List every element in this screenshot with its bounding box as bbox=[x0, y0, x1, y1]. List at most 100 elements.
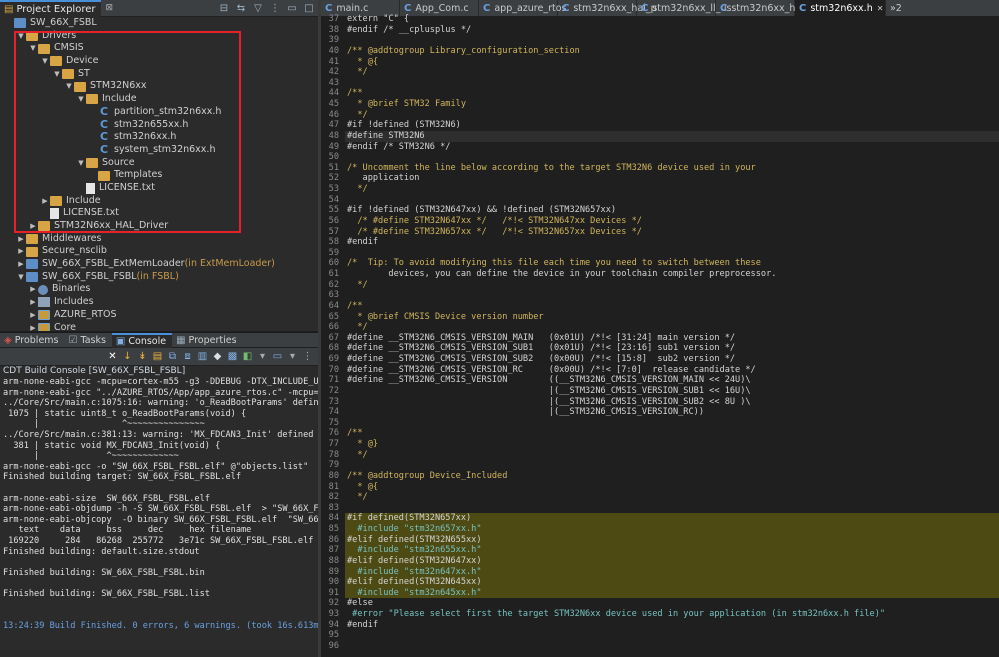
project-icon bbox=[14, 18, 26, 29]
tab-properties[interactable]: ▦ Properties bbox=[172, 333, 242, 348]
tree-item[interactable]: ▶ STM32N6xx_HAL_Driver bbox=[0, 220, 318, 233]
collapsed-chevron-icon[interactable]: ▶ bbox=[16, 258, 26, 271]
folder-icon bbox=[62, 69, 74, 80]
tree-item[interactable]: SW_66X_FSBL bbox=[0, 17, 318, 30]
copy-icon[interactable]: ⧉ bbox=[166, 350, 179, 363]
tree-item[interactable]: LICENSE.txt bbox=[0, 207, 318, 220]
dropdown-icon[interactable]: ▾ bbox=[256, 350, 269, 363]
code-line: 67 #define __STM32N6_CMSIS_VERSION_MAIN (… bbox=[321, 333, 999, 344]
tree-item[interactable]: LICENSE.txt bbox=[0, 182, 318, 195]
collapsed-chevron-icon[interactable]: ▶ bbox=[28, 283, 38, 296]
line-number: 65 bbox=[328, 311, 339, 322]
expanded-chevron-icon[interactable]: ▼ bbox=[28, 42, 38, 55]
minimize-icon[interactable]: ▭ bbox=[285, 1, 299, 15]
collapsed-chevron-icon[interactable]: ▶ bbox=[40, 195, 50, 208]
tab-close[interactable]: ⊠ bbox=[101, 0, 119, 17]
line-number: 55 bbox=[328, 205, 339, 216]
console-view: ◈ Problems ☑ Tasks ▣ Console ▦ Propertie… bbox=[0, 332, 318, 657]
tab-problems[interactable]: ◈ Problems bbox=[0, 333, 65, 348]
line-number: 88 bbox=[328, 555, 339, 566]
tree-item[interactable]: ▶ SW_66X_FSBL_ExtMemLoader (in ExtMemLoad… bbox=[0, 258, 318, 271]
expanded-chevron-icon[interactable]: ▼ bbox=[16, 30, 26, 43]
line-number: 69 bbox=[328, 354, 339, 364]
code-line: 95 bbox=[321, 630, 999, 641]
expanded-chevron-icon[interactable]: ▼ bbox=[52, 68, 62, 81]
close-tab-icon[interactable]: ✕ bbox=[877, 4, 884, 13]
tree-item[interactable]: ▶ Middlewares bbox=[0, 233, 318, 246]
console-output: arm-none-eabi-gcc -mcpu=cortex-m55 -g3 -… bbox=[0, 377, 318, 631]
tree-item[interactable]: ▼ Include bbox=[0, 93, 318, 106]
console-line: arm-none-eabi-size SW_66X_FSBL_FSBL.elf bbox=[3, 493, 210, 504]
terminate-icon[interactable]: ✕ bbox=[106, 350, 119, 363]
tree-item[interactable]: ▶ Binaries bbox=[0, 283, 318, 296]
console-line: 13:24:39 Build Finished. 0 errors, 6 war… bbox=[3, 620, 318, 631]
source-folder-icon bbox=[38, 322, 50, 331]
tree-item[interactable]: Templates bbox=[0, 169, 318, 182]
tab-tasks[interactable]: ☑ Tasks bbox=[65, 333, 112, 348]
line-number: 95 bbox=[328, 630, 339, 641]
collapsed-chevron-icon[interactable]: ▶ bbox=[28, 296, 38, 309]
tree-item[interactable]: ▶ Secure_nsclib bbox=[0, 245, 318, 258]
console-toolbar: ✕ ↓ ↡ ▤ ⧉ ⧈ ▥ ◆ ▩ ◧ ▾ ▭ ▾ ⋮ bbox=[0, 348, 318, 366]
tree-item[interactable]: ▶ Includes bbox=[0, 296, 318, 309]
expanded-chevron-icon[interactable]: ▼ bbox=[16, 271, 26, 284]
tree-item[interactable]: ▼ CMSIS bbox=[0, 42, 318, 55]
filter-icon[interactable]: ▽ bbox=[251, 1, 265, 15]
tree-item[interactable]: ▼ SW_66X_FSBL_FSBL (in FSBL) bbox=[0, 271, 318, 284]
dropdown-icon-2[interactable]: ▾ bbox=[286, 350, 299, 363]
link-editor-icon[interactable]: ⇆ bbox=[234, 1, 248, 15]
code-line: 45 * @brief STM32 Family bbox=[321, 99, 999, 110]
word-wrap-icon[interactable]: ▤ bbox=[151, 350, 164, 363]
line-number: 83 bbox=[328, 502, 339, 513]
expanded-chevron-icon[interactable]: ▼ bbox=[40, 55, 50, 68]
tree-item[interactable]: ▼ STM32N6xx bbox=[0, 80, 318, 93]
line-number: 74 bbox=[328, 407, 339, 418]
expanded-chevron-icon[interactable]: ▼ bbox=[76, 157, 86, 170]
tree-item[interactable]: ▼ Drivers bbox=[0, 30, 318, 43]
clear-console-icon[interactable]: ◆ bbox=[211, 350, 224, 363]
code-area[interactable]: 37 extern "C" {38 #endif /* __cplusplus */… bbox=[321, 14, 999, 652]
collapsed-chevron-icon[interactable]: ▶ bbox=[28, 220, 38, 233]
tree-item[interactable]: Cstm32n6xx.h bbox=[0, 130, 318, 144]
collapsed-chevron-icon[interactable]: ▶ bbox=[28, 309, 38, 322]
view-menu-icon[interactable]: ⋮ bbox=[268, 1, 282, 15]
expanded-chevron-icon[interactable]: ▼ bbox=[64, 80, 74, 93]
tree-item[interactable]: ▶ Include bbox=[0, 195, 318, 208]
line-number: 75 bbox=[328, 417, 339, 428]
tree-item[interactable]: Csystem_stm32n6xx.h bbox=[0, 143, 318, 157]
tree-item[interactable]: ▶ Core bbox=[0, 322, 318, 332]
scroll-lock-icon-2[interactable]: ↡ bbox=[136, 350, 149, 363]
tab-console[interactable]: ▣ Console bbox=[111, 333, 173, 348]
tree-item[interactable]: ▼ ST bbox=[0, 68, 318, 81]
open-console-icon[interactable]: ▭ bbox=[271, 350, 284, 363]
collapsed-chevron-icon[interactable]: ▶ bbox=[16, 233, 26, 246]
project-explorer-view: ▤ Project Explorer ⊠ ⊟ ⇆ ▽ ⋮ ▭ □ SW_66X_… bbox=[0, 0, 318, 331]
line-number: 56 bbox=[328, 215, 339, 226]
scroll-lock-icon[interactable]: ↓ bbox=[121, 350, 134, 363]
line-number: 81 bbox=[328, 481, 339, 492]
code-line: 58 #endif bbox=[321, 237, 999, 248]
lock-icon[interactable]: ⧈ bbox=[181, 350, 194, 363]
tree-item[interactable]: ▼ Device bbox=[0, 55, 318, 68]
console-title: CDT Build Console [SW_66X_FSBL_FSBL] bbox=[0, 366, 318, 377]
tree-item[interactable]: ▼ Source bbox=[0, 157, 318, 170]
tree-item[interactable]: ▶ AZURE_RTOS bbox=[0, 309, 318, 322]
maximize-icon[interactable]: □ bbox=[302, 1, 316, 15]
collapse-all-icon[interactable]: ⊟ bbox=[217, 1, 231, 15]
display-console-icon[interactable]: ◧ bbox=[241, 350, 254, 363]
project-explorer-icon: ▤ bbox=[4, 3, 14, 15]
collapsed-chevron-icon[interactable]: ▶ bbox=[16, 245, 26, 258]
tree-item[interactable]: Cstm32n655xx.h bbox=[0, 118, 318, 132]
tab-project-explorer[interactable]: ▤ Project Explorer bbox=[0, 0, 102, 17]
pin-console-icon[interactable]: ▩ bbox=[226, 350, 239, 363]
view-menu-icon[interactable]: ⋮ bbox=[301, 350, 314, 363]
save-icon[interactable]: ▥ bbox=[196, 350, 209, 363]
code-text: #define __STM32N6_CMSIS_VERSION_SUB1 (0x… bbox=[347, 343, 736, 354]
line-number: 40 bbox=[328, 45, 339, 56]
code-line: 76 /** bbox=[321, 428, 999, 439]
tree-item[interactable]: Cpartition_stm32n6xx.h bbox=[0, 105, 318, 119]
expanded-chevron-icon[interactable]: ▼ bbox=[76, 93, 86, 106]
collapsed-chevron-icon[interactable]: ▶ bbox=[28, 322, 38, 332]
